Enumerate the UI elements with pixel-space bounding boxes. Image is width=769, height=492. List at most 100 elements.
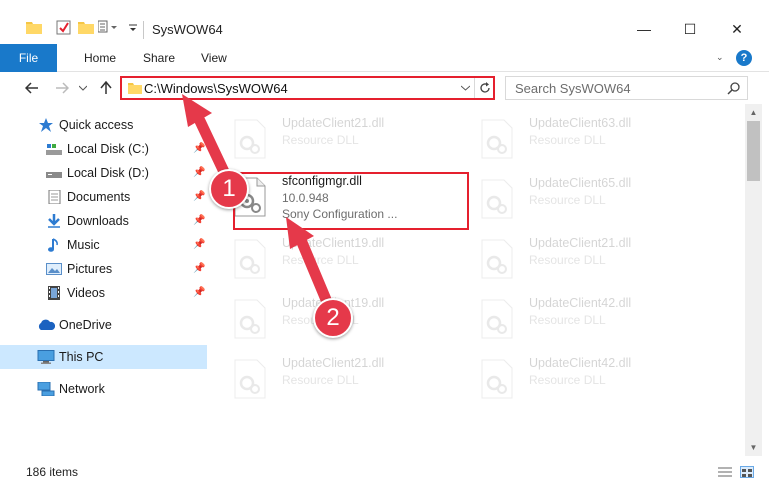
dll-file-icon	[233, 299, 267, 339]
dll-file-icon	[480, 299, 514, 339]
file-description: Resource DLL	[529, 253, 606, 267]
help-icon[interactable]: ?	[736, 50, 752, 66]
file-tile[interactable]: UpdateClient63.dll Resource DLL	[462, 113, 692, 161]
minimize-button[interactable]: —	[621, 14, 667, 44]
sidebar-item-local-disk-c[interactable]: Local Disk (C:) 📌	[0, 137, 207, 161]
target-file-highlight	[233, 172, 469, 230]
sidebar-item-label: Documents	[67, 190, 131, 204]
file-list: UpdateClient21.dll Resource DLL UpdateCl…	[215, 104, 745, 456]
sidebar-item-label: Local Disk (C:)	[67, 142, 149, 156]
search-input[interactable]: Search SysWOW64	[515, 81, 631, 96]
scroll-thumb[interactable]	[747, 121, 760, 181]
sidebar-item-quick-access[interactable]: Quick access	[0, 113, 207, 137]
sidebar-item-onedrive[interactable]: OneDrive	[0, 313, 207, 337]
file-tile[interactable]: UpdateClient42.dll Resource DLL	[462, 353, 692, 401]
address-bar[interactable]: C:\Windows\SysWOW64	[120, 76, 495, 100]
forward-button[interactable]	[52, 78, 72, 98]
vertical-scrollbar[interactable]: ▲ ▼	[745, 104, 762, 456]
dropdown-arrow-icon[interactable]	[128, 22, 138, 36]
tab-home[interactable]: Home	[84, 44, 116, 72]
address-path[interactable]: C:\Windows\SysWOW64	[144, 81, 288, 96]
file-description: Resource DLL	[282, 253, 359, 267]
sidebar-item-downloads[interactable]: Downloads 📌	[0, 209, 207, 233]
large-icons-view-icon[interactable]	[740, 466, 754, 478]
file-name: UpdateClient21.dll	[529, 236, 632, 250]
dll-file-icon	[480, 239, 514, 279]
new-folder-icon[interactable]	[78, 20, 94, 37]
sidebar-item-network[interactable]: Network	[0, 377, 207, 401]
properties-icon[interactable]	[56, 20, 71, 38]
customize-toolbar-icon[interactable]	[97, 20, 120, 37]
music-icon	[46, 238, 62, 252]
dll-file-icon	[233, 359, 267, 399]
drive-icon	[46, 142, 62, 156]
documents-icon	[46, 189, 62, 205]
sidebar-item-label: Local Disk (D:)	[67, 166, 149, 180]
pin-icon[interactable]: 📌	[193, 287, 205, 298]
navigation-bar: C:\Windows\SysWOW64 Search SysWOW64	[0, 72, 769, 104]
title-divider	[143, 21, 144, 39]
pin-icon[interactable]: 📌	[193, 191, 205, 202]
sidebar-item-local-disk-d[interactable]: Local Disk (D:) 📌	[0, 161, 207, 185]
sidebar-item-music[interactable]: Music 📌	[0, 233, 207, 257]
sidebar-item-videos[interactable]: Videos 📌	[0, 281, 207, 305]
file-tile[interactable]: UpdateClient21.dll Resource DLL	[215, 353, 445, 401]
network-icon	[37, 381, 55, 397]
pin-icon[interactable]: 📌	[193, 215, 205, 226]
sidebar-item-this-pc[interactable]: This PC	[0, 345, 207, 369]
sidebar-item-label: OneDrive	[59, 318, 112, 332]
status-bar: 186 items	[0, 460, 769, 484]
sidebar-item-label: Videos	[67, 286, 105, 300]
sidebar-item-label: Downloads	[67, 214, 129, 228]
file-name: UpdateClient19.dll	[282, 236, 385, 250]
window-title: SysWOW64	[152, 22, 223, 37]
sidebar-item-label: This PC	[59, 350, 104, 364]
back-button[interactable]	[22, 78, 42, 98]
search-box[interactable]: Search SysWOW64	[505, 76, 748, 100]
tab-view[interactable]: View	[201, 44, 227, 72]
expand-ribbon-icon[interactable]: ⌄	[716, 52, 724, 63]
dll-file-icon	[233, 119, 267, 159]
up-button[interactable]	[96, 78, 116, 98]
file-name: UpdateClient42.dll	[529, 296, 632, 310]
tab-share[interactable]: Share	[143, 44, 175, 72]
dll-file-icon	[480, 119, 514, 159]
scroll-down-arrow-icon[interactable]: ▼	[745, 439, 762, 456]
scroll-up-arrow-icon[interactable]: ▲	[745, 104, 762, 121]
file-tile[interactable]: UpdateClient21.dll Resource DLL	[215, 113, 445, 161]
details-view-icon[interactable]	[718, 466, 732, 478]
sidebar-item-documents[interactable]: Documents 📌	[0, 185, 207, 209]
file-tile[interactable]: UpdateClient65.dll Resource DLL	[462, 173, 692, 221]
tab-file[interactable]: File	[0, 44, 57, 72]
search-icon[interactable]	[727, 81, 741, 98]
close-button[interactable]: ✕	[714, 14, 760, 44]
file-name: UpdateClient63.dll	[529, 116, 632, 130]
download-icon	[46, 214, 62, 228]
refresh-button[interactable]	[474, 78, 494, 98]
ribbon-tabs: File Home Share View ⌄ ?	[0, 44, 769, 72]
address-dropdown-button[interactable]	[457, 79, 473, 97]
step-badge-2: 2	[313, 298, 353, 338]
file-name: UpdateClient21.dll	[282, 116, 385, 130]
folder-icon	[128, 82, 142, 97]
file-description: Resource DLL	[282, 373, 359, 387]
maximize-button[interactable]: ☐	[667, 14, 713, 44]
file-description: Resource DLL	[282, 133, 359, 147]
file-description: Resource DLL	[529, 313, 606, 327]
file-description: Resource DLL	[529, 193, 606, 207]
sidebar-item-label: Network	[59, 382, 105, 396]
pin-icon[interactable]: 📌	[193, 143, 205, 154]
sidebar-item-pictures[interactable]: Pictures 📌	[0, 257, 207, 281]
pin-icon[interactable]: 📌	[193, 239, 205, 250]
drive-icon	[46, 166, 62, 180]
dll-file-icon	[480, 179, 514, 219]
file-tile[interactable]: UpdateClient19.dll Resource DLL	[215, 233, 445, 281]
file-tile[interactable]: UpdateClient42.dll Resource DLL	[462, 293, 692, 341]
step-badge-1: 1	[209, 169, 249, 209]
recent-locations-button[interactable]	[76, 78, 90, 98]
file-tile[interactable]: UpdateClient21.dll Resource DLL	[462, 233, 692, 281]
file-name: UpdateClient65.dll	[529, 176, 632, 190]
pin-icon[interactable]: 📌	[193, 263, 205, 274]
item-count: 186 items	[26, 465, 79, 479]
pin-icon[interactable]: 📌	[193, 167, 205, 178]
